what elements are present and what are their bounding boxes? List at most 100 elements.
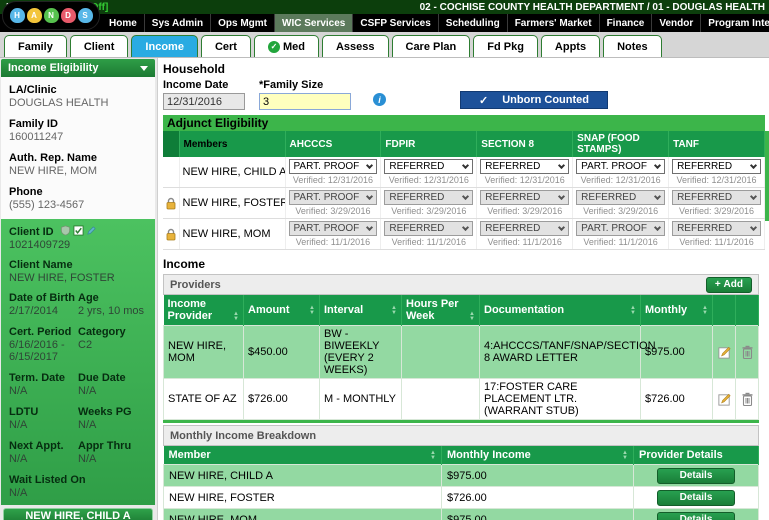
tab-care-plan[interactable]: Care Plan — [391, 35, 471, 57]
tab-client[interactable]: Client — [69, 35, 129, 57]
col-hours-per-week: Hours Per Week — [401, 295, 480, 326]
breakdown-bar: Monthly Income Breakdown — [163, 425, 759, 446]
sort-icon[interactable] — [309, 306, 315, 316]
shield-icon — [60, 225, 70, 236]
add-provider-button[interactable]: + Add — [705, 276, 752, 293]
adjunct-row: NEW HIRE, CHILD A PART. PROOF Verified: 1… — [163, 157, 765, 188]
menu-vendor[interactable]: Vendor — [652, 14, 702, 32]
adjunct-col-snap: SNAP (FOOD STAMPS) — [572, 131, 670, 157]
chevron-down-icon — [462, 223, 470, 231]
fdpir-select[interactable]: REFERRED — [384, 159, 474, 174]
delete-icon[interactable] — [741, 392, 754, 407]
income-hours — [401, 325, 480, 379]
menu-finance[interactable]: Finance — [600, 14, 653, 32]
adjunct-col-ahcccs: AHCCCS — [285, 131, 382, 157]
tab-fd-pkg[interactable]: Fd Pkg — [473, 35, 538, 57]
tab-family[interactable]: Family — [4, 35, 67, 57]
ahcccs-select[interactable]: PART. PROOF — [288, 159, 378, 174]
details-button[interactable]: Details — [657, 467, 735, 484]
la-clinic-value: DOUGLAS HEALTH — [9, 97, 109, 109]
chevron-down-icon — [140, 65, 148, 71]
sidebar-section-dropdown[interactable]: Income Eligibility — [1, 59, 155, 77]
sort-icon[interactable] — [233, 312, 239, 322]
verified-date: Verified: 12/31/2016 — [292, 175, 373, 185]
tanf-select: REFERRED — [672, 221, 761, 236]
sort-icon[interactable] — [630, 306, 636, 316]
chevron-down-icon — [366, 161, 374, 169]
verified-date: Verified: 11/1/2016 — [295, 237, 371, 247]
col-member: Member — [163, 446, 442, 465]
sidebar: Income Eligibility LA/Clinic DOUGLAS HEA… — [0, 58, 158, 520]
client-name-label: Client Name — [9, 259, 73, 271]
edit-icon[interactable] — [717, 345, 732, 360]
sort-icon[interactable] — [430, 451, 436, 461]
client-id-label: Client ID — [9, 226, 54, 238]
due-date-value: N/A — [78, 385, 97, 397]
col-interval: Interval — [319, 295, 402, 326]
logo-letter-icon: A — [26, 8, 42, 23]
breakdown-row: NEW HIRE, FOSTER $726.00 Details — [163, 486, 759, 509]
term-date-value: N/A — [9, 385, 28, 397]
checkbox-checked-icon — [73, 225, 84, 236]
sort-icon[interactable] — [469, 312, 475, 322]
sort-icon[interactable] — [702, 306, 708, 316]
delete-icon[interactable] — [741, 345, 754, 360]
info-icon[interactable]: i — [373, 93, 386, 106]
menu-csfp-services[interactable]: CSFP Services — [353, 14, 439, 32]
tab-assess[interactable]: Assess — [321, 35, 389, 57]
family-size-label: *Family Size — [259, 79, 324, 91]
family-size-input[interactable] — [259, 93, 351, 110]
client-name-value: NEW HIRE, FOSTER — [9, 272, 115, 284]
chevron-down-icon — [366, 223, 374, 231]
verified-date: Verified: 12/31/2016 — [580, 175, 661, 185]
ahcccs-select: PART. PROOF — [288, 190, 378, 205]
tanf-select[interactable]: REFERRED — [672, 159, 761, 174]
unborn-counted-button[interactable]: ✓ Unborn Counted — [460, 91, 608, 109]
details-button[interactable]: Details — [657, 511, 735, 520]
pencil-icon — [86, 226, 96, 235]
edit-icon[interactable] — [717, 392, 732, 407]
sort-icon[interactable] — [391, 306, 397, 316]
income-monthly: $726.00 — [640, 378, 713, 420]
verified-date: Verified: 12/31/2016 — [676, 175, 757, 185]
income-interval: M - MONTHLY — [319, 378, 402, 420]
tab-notes[interactable]: Notes — [603, 35, 662, 57]
breakdown-row: NEW HIRE, MOM $975.00 Details — [163, 508, 759, 520]
menu-farmers-market[interactable]: Farmers' Market — [508, 14, 600, 32]
tab-income[interactable]: Income — [131, 35, 198, 57]
details-button[interactable]: Details — [657, 489, 735, 506]
menu-program-integrity[interactable]: Program Integrity — [701, 14, 769, 32]
col-monthly-income: Monthly Income — [441, 446, 634, 465]
app-window: HJOSEPH1 [Log Off] 02 - COCHISE COUNTY H… — [0, 0, 769, 520]
ldtu-value: N/A — [9, 419, 28, 431]
tanf-select: REFERRED — [672, 190, 761, 205]
menu-sys-admin[interactable]: Sys Admin — [145, 14, 212, 32]
due-date-label: Due Date — [78, 372, 126, 384]
tab-cert[interactable]: Cert — [200, 35, 251, 57]
hands-logo: H A N D S — [2, 1, 100, 30]
chevron-down-icon — [749, 192, 758, 200]
verified-date: Verified: 11/1/2016 — [391, 237, 467, 247]
income-date-input[interactable] — [163, 93, 245, 110]
chevron-down-icon — [654, 161, 662, 169]
logo-letter-icon: S — [77, 8, 93, 23]
col-income-provider: Income Provider — [163, 295, 244, 326]
menu-scheduling[interactable]: Scheduling — [439, 14, 508, 32]
next-appt-label: Next Appt. — [9, 440, 64, 452]
member-button-child-a[interactable]: NEW HIRE, CHILD A — [3, 508, 153, 520]
title-bar: HJOSEPH1 [Log Off] 02 - COCHISE COUNTY H… — [0, 0, 769, 14]
menu-wic-services[interactable]: WIC Services — [275, 14, 354, 32]
adjunct-member-name: NEW HIRE, CHILD A — [179, 157, 286, 188]
income-interval: BW - BIWEEKLY (EVERY 2 WEEKS) — [319, 325, 402, 379]
cert-period-value: 6/16/2016 - 6/15/2017 — [9, 339, 65, 363]
tab-med[interactable]: ✓ Med — [253, 35, 319, 57]
tab-appts[interactable]: Appts — [540, 35, 601, 57]
menu-home[interactable]: Home — [102, 14, 145, 32]
income-date-label: Income Date — [163, 79, 229, 91]
adjunct-member-name: NEW HIRE, MOM — [179, 218, 286, 250]
section8-select[interactable]: REFERRED — [480, 159, 570, 174]
income-title: Income — [163, 257, 206, 271]
sort-icon[interactable] — [622, 451, 628, 461]
menu-ops-mgmt[interactable]: Ops Mgmt — [211, 14, 275, 32]
snap-select[interactable]: PART. PROOF — [576, 159, 666, 174]
